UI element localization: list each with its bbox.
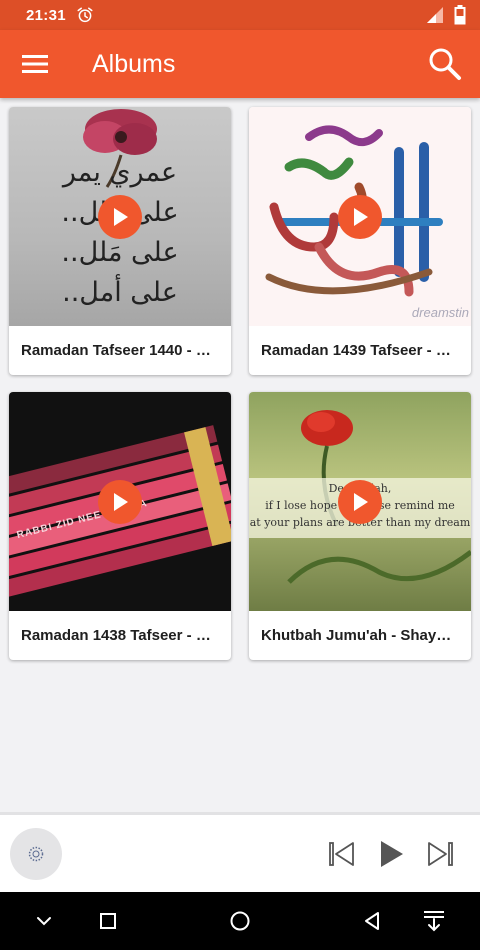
search-button[interactable] <box>410 30 480 98</box>
album-thumbnail: RABBI ZID NEE 'IL MAA <box>9 392 231 611</box>
album-title-text: Ramadan Tafseer 1440 - Sh… <box>21 342 219 359</box>
search-icon <box>429 48 461 80</box>
watermark: dreamstin <box>411 305 469 320</box>
status-bar: 21:31 <box>0 0 480 30</box>
album-title-text: Ramadan 1439 Tafseer - Sh… <box>261 342 459 359</box>
album-thumbnail: dreamstin <box>249 107 471 326</box>
download-icon <box>424 911 444 932</box>
album-card[interactable]: Dear Allah, if I lose hope to please rem… <box>249 392 471 660</box>
play-button[interactable] <box>98 195 142 239</box>
status-time: 21:31 <box>26 6 66 24</box>
system-nav-bar <box>0 892 480 950</box>
album-title: Khutbah Jumu'ah - Shaykh … <box>249 611 471 660</box>
thumb-line: على أمل.. <box>62 277 178 308</box>
signal-icon <box>427 7 443 23</box>
nav-recents-button[interactable] <box>78 892 138 950</box>
thumb-line: عمري يمر <box>62 157 178 188</box>
play-icon <box>354 208 368 226</box>
alarm-icon <box>77 7 93 23</box>
app-bar: Albums <box>0 30 480 98</box>
album-title: Ramadan Tafseer 1440 - Sh… <box>9 326 231 375</box>
nav-download-button[interactable] <box>404 892 464 950</box>
battery-icon <box>454 5 466 25</box>
nav-home-button[interactable] <box>210 892 270 950</box>
album-title: Ramadan 1438 Tafseer - Sh… <box>9 611 231 660</box>
album-card[interactable]: dreamstin Ramadan 1439 Tafseer - Sh… <box>249 107 471 375</box>
play-button[interactable] <box>338 195 382 239</box>
album-art-button[interactable] <box>10 827 62 880</box>
album-grid: عمري يمر على مَلل.. على مَلل.. على أمل..… <box>9 107 472 660</box>
disc-icon <box>28 846 44 861</box>
play-button[interactable] <box>338 480 382 524</box>
square-icon <box>100 913 116 929</box>
album-card[interactable]: عمري يمر على مَلل.. على مَلل.. على أمل..… <box>9 107 231 375</box>
mini-player <box>0 812 480 892</box>
nav-back-button[interactable] <box>342 892 402 950</box>
album-title-text: Khutbah Jumu'ah - Shaykh … <box>261 627 459 644</box>
back-triangle-icon <box>365 912 379 930</box>
album-title: Ramadan 1439 Tafseer - Sh… <box>249 326 471 375</box>
circle-icon <box>230 911 250 931</box>
play-icon[interactable] <box>378 840 404 868</box>
play-icon <box>354 493 368 511</box>
album-thumbnail: عمري يمر على مَلل.. على مَلل.. على أمل.. <box>9 107 231 326</box>
play-icon <box>114 493 128 511</box>
play-button[interactable] <box>98 480 142 524</box>
album-title-text: Ramadan 1438 Tafseer - Sh… <box>21 627 219 644</box>
hamburger-icon <box>22 55 48 73</box>
menu-button[interactable] <box>0 30 70 98</box>
play-icon <box>114 208 128 226</box>
album-card[interactable]: RABBI ZID NEE 'IL MAA Ramadan 1438 Tafse… <box>9 392 231 660</box>
player-controls <box>328 840 454 868</box>
album-thumbnail: Dear Allah, if I lose hope to please rem… <box>249 392 471 611</box>
thumb-line: على مَلل.. <box>61 237 179 268</box>
nav-collapse-button[interactable] <box>14 892 74 950</box>
skip-previous-icon[interactable] <box>328 841 356 867</box>
chevron-down-icon <box>37 917 51 926</box>
page-title: Albums <box>92 49 176 78</box>
skip-next-icon[interactable] <box>426 841 454 867</box>
